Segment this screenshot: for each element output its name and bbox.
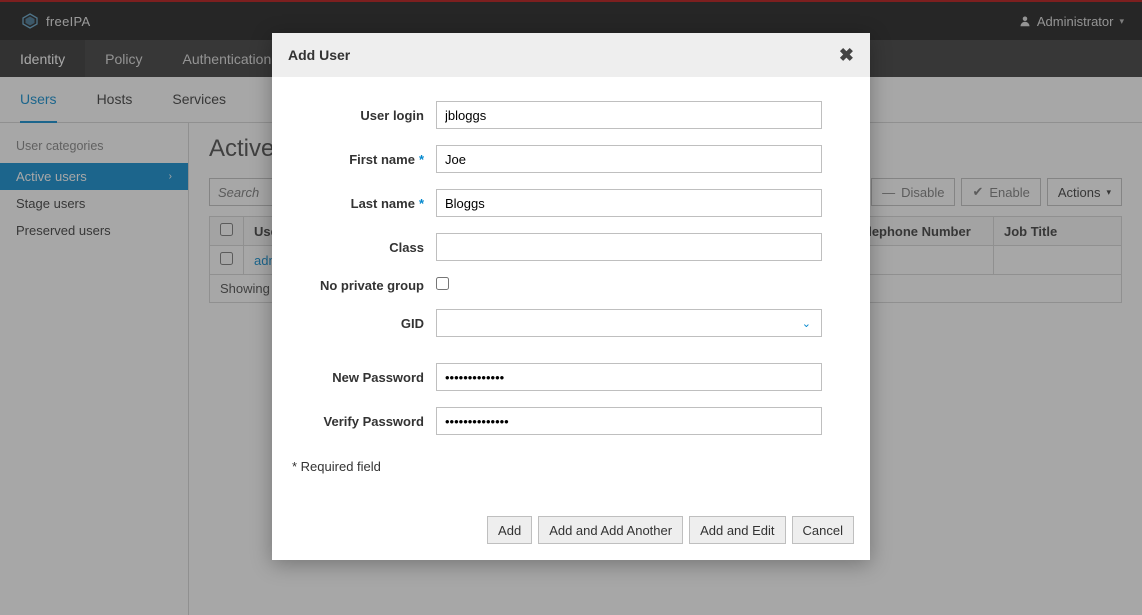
required-note: * Required field	[288, 451, 854, 482]
label-first-name: First name*	[288, 152, 436, 167]
label-new-password: New Password	[288, 370, 436, 385]
modal-add-edit-button[interactable]: Add and Edit	[689, 516, 785, 544]
modal-footer: Add Add and Add Another Add and Edit Can…	[272, 492, 870, 560]
label-verify-password: Verify Password	[288, 414, 436, 429]
class-input[interactable]	[436, 233, 822, 261]
modal-header: Add User ✖	[272, 33, 870, 77]
gid-select[interactable]: ⌄	[436, 309, 822, 337]
last-name-input[interactable]	[436, 189, 822, 217]
label-gid: GID	[288, 316, 436, 331]
label-last-name: Last name*	[288, 196, 436, 211]
chevron-down-icon: ⌄	[802, 317, 811, 330]
label-user-login: User login	[288, 108, 436, 123]
new-password-input[interactable]	[436, 363, 822, 391]
modal-add-another-button[interactable]: Add and Add Another	[538, 516, 683, 544]
modal-add-button[interactable]: Add	[487, 516, 532, 544]
add-user-modal: Add User ✖ User login First name* Last n…	[272, 33, 870, 560]
label-class: Class	[288, 240, 436, 255]
first-name-input[interactable]	[436, 145, 822, 173]
modal-title: Add User	[288, 47, 350, 63]
modal-cancel-button[interactable]: Cancel	[792, 516, 854, 544]
user-login-input[interactable]	[436, 101, 822, 129]
verify-password-input[interactable]	[436, 407, 822, 435]
no-private-group-checkbox[interactable]	[436, 277, 449, 290]
close-icon[interactable]: ✖	[839, 45, 854, 66]
label-no-private-group: No private group	[288, 278, 436, 293]
